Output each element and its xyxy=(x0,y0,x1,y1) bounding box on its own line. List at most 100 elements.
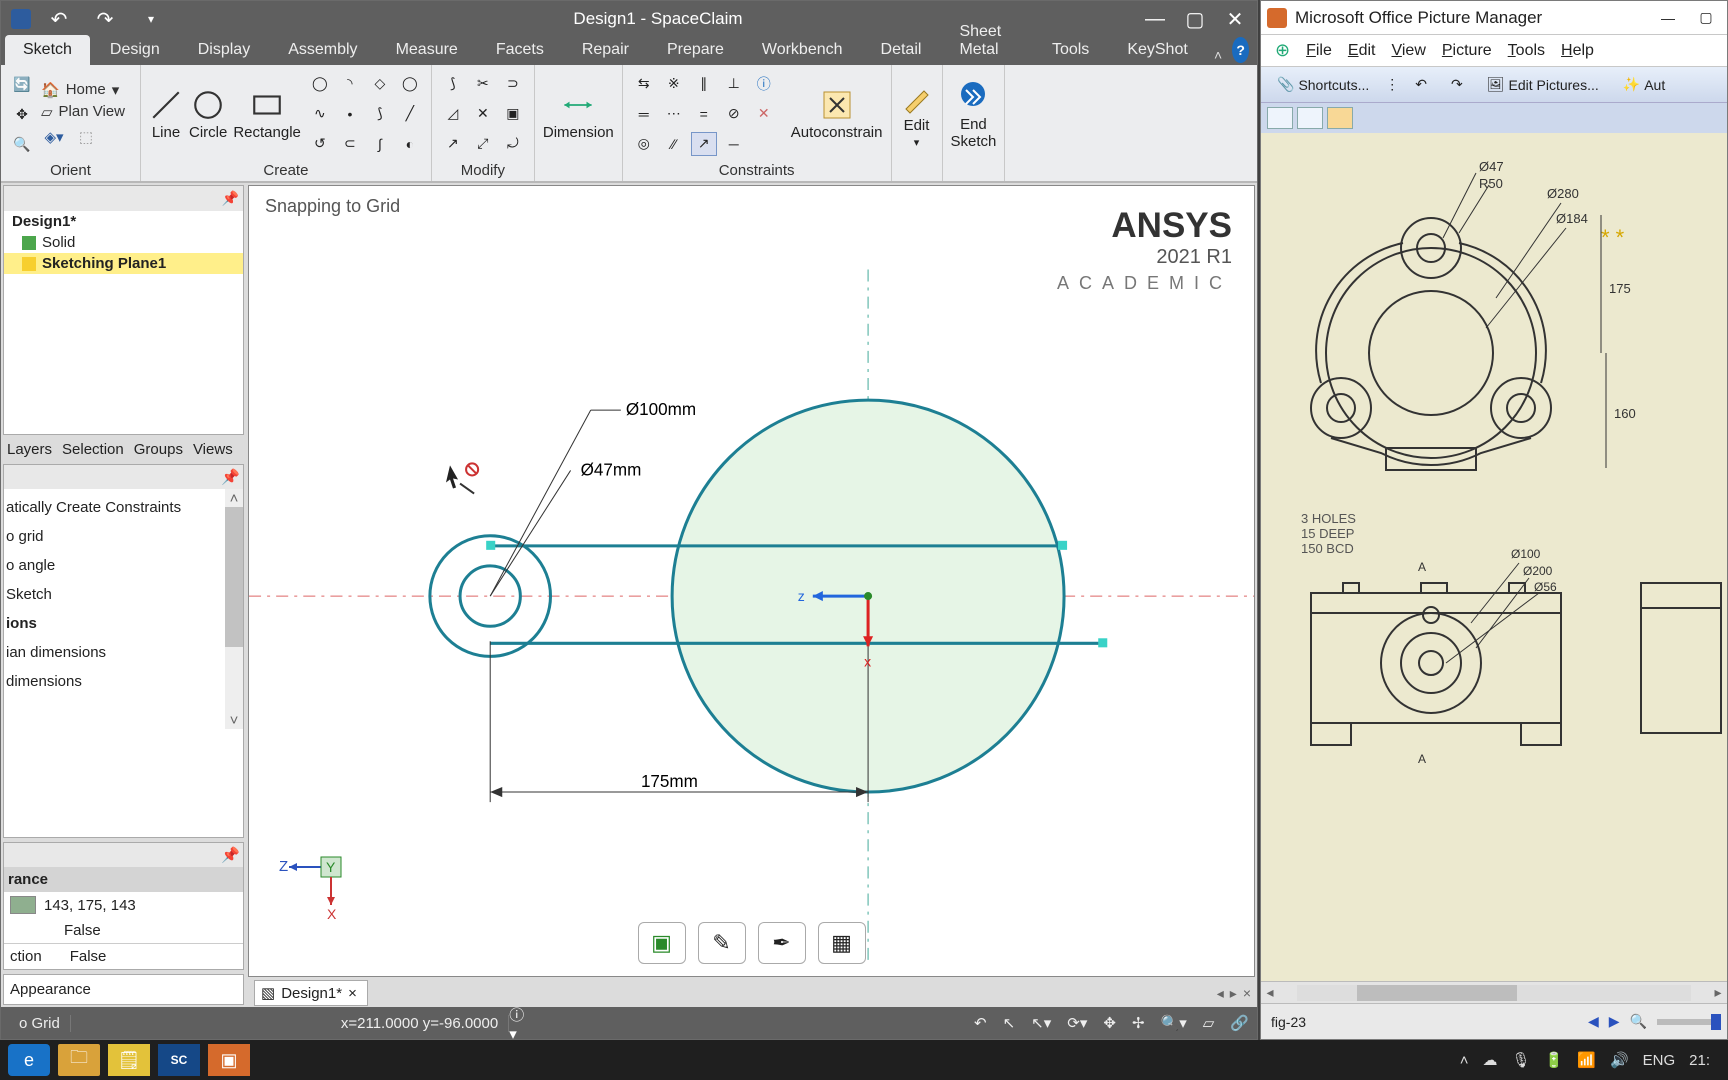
view-solid-icon[interactable]: ▣ xyxy=(638,922,686,964)
shortcuts-button[interactable]: 📎Shortcuts... xyxy=(1269,72,1377,97)
split-icon[interactable]: ✕ xyxy=(470,102,496,126)
parallel-icon[interactable]: ∕∕ xyxy=(661,132,687,156)
tangent-arc-icon[interactable]: ⟆ xyxy=(367,102,393,126)
line-button[interactable]: Line xyxy=(149,88,183,141)
view-edit-icon[interactable]: ✎ xyxy=(698,922,746,964)
home-view-button[interactable]: 🏠 Home ▾ xyxy=(41,81,125,99)
opt-ions[interactable]: ions xyxy=(4,609,239,638)
tab-tools[interactable]: Tools xyxy=(1034,35,1107,65)
view-pen-icon[interactable]: ✒ xyxy=(758,922,806,964)
tree-solid[interactable]: Solid xyxy=(4,232,243,253)
chamfer-icon[interactable]: ◿ xyxy=(440,102,466,126)
tray-chevron-icon[interactable]: ˄ xyxy=(1460,1052,1469,1069)
rotate-left-icon[interactable]: ↶ xyxy=(1407,72,1435,97)
task-picture-manager-icon[interactable]: ▣ xyxy=(208,1044,250,1076)
status-link-icon[interactable]: 🔗 xyxy=(1230,1014,1249,1032)
pin-icon[interactable]: 📌 xyxy=(222,190,239,207)
autoconstrain-button[interactable]: Autoconstrain xyxy=(791,88,883,141)
fixed-icon[interactable]: ※ xyxy=(661,72,687,96)
menu-file[interactable]: File xyxy=(1306,42,1332,60)
maximize-button[interactable]: ▢ xyxy=(1177,7,1213,31)
project-icon[interactable]: ▣ xyxy=(500,102,526,126)
appearance-bar[interactable]: Appearance xyxy=(3,974,244,1005)
tab-sheet-metal[interactable]: Sheet Metal xyxy=(941,17,1032,65)
doctab-close-icon[interactable]: × xyxy=(1243,985,1251,1002)
zoom-icon[interactable]: 🔍 xyxy=(9,133,35,157)
dimension-button[interactable]: Dimension xyxy=(543,88,614,141)
close-button[interactable]: ✕ xyxy=(1217,7,1253,31)
status-select-icon[interactable]: ↖ xyxy=(1003,1014,1016,1032)
ellipse-icon[interactable]: ◯ xyxy=(397,72,423,96)
edit-button[interactable]: Edit ▾ xyxy=(900,81,934,149)
tab-views[interactable]: Views xyxy=(189,439,237,460)
status-info-icon[interactable]: ⓘ ▾ xyxy=(509,1011,535,1035)
task-spaceclaim-icon[interactable]: SC xyxy=(158,1044,200,1076)
task-explorer-icon[interactable]: 🗀 xyxy=(58,1044,100,1076)
tab-layers[interactable]: Layers xyxy=(3,439,56,460)
opt-dimensions[interactable]: dimensions xyxy=(4,667,239,696)
redo-icon[interactable]: ↷ xyxy=(87,7,123,31)
tray-mic-icon[interactable]: 🎙 xyxy=(1512,1051,1531,1069)
coincident-icon[interactable]: ⇆ xyxy=(631,72,657,96)
tray-wifi-icon[interactable]: 📶 xyxy=(1577,1051,1596,1069)
tab-assembly[interactable]: Assembly xyxy=(270,35,375,65)
view-triad[interactable]: Z Y X xyxy=(273,833,363,926)
opt-sketch[interactable]: Sketch xyxy=(4,580,239,609)
undo-icon[interactable]: ↶ xyxy=(41,7,77,31)
view-grid-icon[interactable]: ▦ xyxy=(818,922,866,964)
tray-volume-icon[interactable]: 🔊 xyxy=(1610,1051,1629,1069)
midpoint-icon[interactable]: ⋯ xyxy=(661,102,687,126)
face-curve-icon[interactable]: ◐ xyxy=(397,132,423,156)
equal-icon[interactable]: = xyxy=(691,102,717,126)
info-icon[interactable]: ⓘ xyxy=(751,72,777,96)
menu-tools[interactable]: Tools xyxy=(1508,42,1545,60)
perpendicular-icon[interactable]: ⊥ xyxy=(721,72,747,96)
tab-measure[interactable]: Measure xyxy=(378,35,476,65)
pm-maximize-button[interactable]: ▢ xyxy=(1691,9,1721,26)
collinear-icon[interactable]: ─ xyxy=(721,132,747,156)
circle-button[interactable]: Circle xyxy=(189,88,227,141)
offset-icon[interactable]: ⊃ xyxy=(500,72,526,96)
tab-groups[interactable]: Groups xyxy=(130,439,187,460)
pm-zoom-slider[interactable] xyxy=(1657,1019,1717,1025)
scroll-left-icon[interactable]: ◂ xyxy=(1261,984,1279,1001)
isometric-icon[interactable]: ◈▾ xyxy=(41,125,67,149)
tab-detail[interactable]: Detail xyxy=(863,35,940,65)
trim-icon[interactable]: ✂ xyxy=(470,72,496,96)
color-swatch[interactable] xyxy=(10,896,36,914)
vertical-icon[interactable]: ∥ xyxy=(691,72,717,96)
prop-color[interactable]: 143, 175, 143 xyxy=(4,892,243,918)
prop-section[interactable]: ction False xyxy=(4,943,243,969)
sketch-canvas[interactable]: Snapping to Grid ANSYS 2021 R1 ACADEMIC xyxy=(248,185,1255,977)
tab-facets[interactable]: Facets xyxy=(478,35,562,65)
status-pointer-icon[interactable]: ↖▾ xyxy=(1031,1014,1051,1032)
symmetric-icon[interactable]: ↗ xyxy=(691,132,717,156)
tab-repair[interactable]: Repair xyxy=(564,35,647,65)
task-edge-icon[interactable]: e xyxy=(8,1044,50,1076)
tab-selection[interactable]: Selection xyxy=(58,439,128,460)
construction-line-icon[interactable]: ╱ xyxy=(397,102,423,126)
auto-correct-button[interactable]: ✨Aut xyxy=(1615,72,1673,97)
opt-auto-constraints[interactable]: atically Create Constraints xyxy=(4,493,239,522)
scroll-down-icon[interactable]: ˅ xyxy=(225,711,243,729)
status-spin-icon[interactable]: ⟳▾ xyxy=(1067,1014,1087,1032)
concentric-icon[interactable]: ◎ xyxy=(631,132,657,156)
extend-icon[interactable]: ↗ xyxy=(440,132,466,156)
menu-help[interactable]: Help xyxy=(1561,42,1594,60)
options-scrollbar-thumb[interactable] xyxy=(225,507,243,647)
pin-icon[interactable]: 📌 xyxy=(221,846,240,864)
tab-workbench[interactable]: Workbench xyxy=(744,35,861,65)
delete-constraint-icon[interactable]: ✕ xyxy=(751,102,777,126)
tree-sketching-plane[interactable]: Sketching Plane1 xyxy=(4,253,243,274)
tree-design[interactable]: Design1* xyxy=(4,211,243,232)
pm-horizontal-scrollbar[interactable]: ◂ ▸ xyxy=(1261,981,1727,1003)
doctab-next-icon[interactable]: ▸ xyxy=(1230,985,1237,1002)
tray-time[interactable]: 21: xyxy=(1689,1052,1710,1069)
app-menu-icon[interactable] xyxy=(11,9,31,29)
menu-picture[interactable]: Picture xyxy=(1442,42,1492,60)
scale-icon[interactable]: ⤢ xyxy=(470,132,496,156)
pm-minimize-button[interactable]: — xyxy=(1653,10,1683,26)
point-icon[interactable]: • xyxy=(337,102,363,126)
status-zoom-icon[interactable]: 🔍▾ xyxy=(1161,1014,1187,1032)
tab-prepare[interactable]: Prepare xyxy=(649,35,742,65)
